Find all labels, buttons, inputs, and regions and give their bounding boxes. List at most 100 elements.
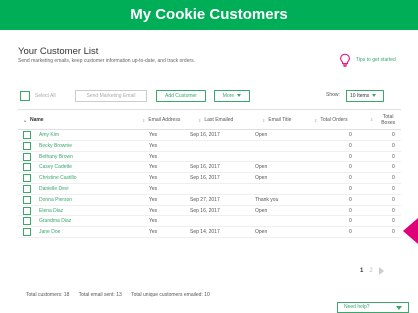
add-customer-button[interactable]: Add Customer xyxy=(156,90,206,102)
items-per-page-value: 10 Items xyxy=(350,93,370,99)
tips-link[interactable]: Tips to get started xyxy=(338,53,396,67)
total-orders-value: 0 xyxy=(349,185,352,192)
customer-name[interactable]: Amy Kim xyxy=(39,130,59,140)
total-boxes-value: 0 xyxy=(392,229,395,236)
table-row: Grandma Diaz Yes 0 0 xyxy=(18,216,401,228)
total-orders-value: 0 xyxy=(349,164,352,171)
column-header-email-title[interactable]: ⇕ Email Title xyxy=(262,110,291,130)
total-boxes-value: 0 xyxy=(392,196,395,203)
customer-name[interactable]: Bethany Brown xyxy=(39,152,73,162)
page-1-link[interactable]: 1 xyxy=(360,268,363,274)
page-2-link[interactable]: 2 xyxy=(369,268,372,274)
column-header-last-emailed[interactable]: ⇕ Last Emailed xyxy=(198,110,233,130)
email-title-value: Open xyxy=(255,229,268,236)
row-checkbox-box[interactable] xyxy=(23,152,31,161)
column-header-name[interactable]: ▲ Name xyxy=(23,110,44,130)
row-checkbox[interactable] xyxy=(23,206,31,217)
row-checkbox-box[interactable] xyxy=(23,174,31,183)
row-checkbox[interactable] xyxy=(23,174,31,184)
show-label: Show: xyxy=(326,92,340,98)
table-row: Elena Diaz Yes Sep 16, 2017 Open 0 0 xyxy=(18,206,401,217)
table-row: Donna Pierson Yes Sep 27, 2017 Thank you 0 0 xyxy=(18,195,401,206)
next-page-icon[interactable] xyxy=(378,267,384,275)
table-body: Amy Kim Yes Sep 16, 2017 Open 0 0 Becky Browni… xyxy=(18,130,401,238)
pointer-arrow-icon xyxy=(403,218,418,244)
email-address-value: Yes xyxy=(149,207,158,214)
row-checkbox[interactable] xyxy=(23,217,31,227)
row-checkbox-box[interactable] xyxy=(23,184,31,193)
total-orders-value: 0 xyxy=(349,132,352,138)
lightbulb-icon xyxy=(340,53,350,67)
email-address-value: Yes xyxy=(149,164,158,171)
sort-icon: ⇕ xyxy=(262,117,266,123)
last-emailed-value: Sep 16, 2017 xyxy=(190,175,220,182)
row-checkbox[interactable] xyxy=(23,163,31,173)
email-address-value: Yes xyxy=(149,229,158,236)
row-checkbox-box[interactable] xyxy=(23,228,31,237)
select-all-label: Select All xyxy=(35,93,56,99)
row-checkbox[interactable] xyxy=(23,131,31,141)
row-checkbox-box[interactable] xyxy=(23,206,31,215)
column-header-email-address[interactable]: ⇕ Email Address xyxy=(142,110,180,130)
total-orders-value: 0 xyxy=(349,142,352,149)
row-checkbox-box[interactable] xyxy=(23,131,31,139)
last-emailed-value: Sep 27, 2017 xyxy=(190,196,220,203)
customer-name[interactable]: Becky Brownie xyxy=(39,141,72,151)
row-checkbox-box[interactable] xyxy=(23,217,31,226)
table-row: Amy Kim Yes Sep 16, 2017 Open 0 0 xyxy=(18,130,401,141)
row-checkbox-box[interactable] xyxy=(23,141,31,150)
send-marketing-email-button[interactable]: Send Marketing Email xyxy=(75,90,147,102)
items-per-page-select[interactable]: 10 Items xyxy=(346,90,384,102)
customer-name[interactable]: Christine Castillo xyxy=(39,173,77,183)
customer-name[interactable]: Grandma Diaz xyxy=(39,216,71,226)
total-boxes-value: 0 xyxy=(392,132,395,138)
email-address-value: Yes xyxy=(149,175,158,182)
chevron-down-icon xyxy=(372,94,377,98)
total-orders-value: 0 xyxy=(349,207,352,214)
row-checkbox[interactable] xyxy=(23,152,31,163)
tips-link-label[interactable]: Tips to get started xyxy=(356,57,396,63)
totals-summary: Total customers: 18 Total email sent: 13… xyxy=(26,292,218,298)
email-title-value: Thank you xyxy=(255,196,279,203)
email-address-value: Yes xyxy=(149,132,158,138)
email-address-value: Yes xyxy=(149,218,158,225)
total-unique-emailed: Total unique customers emailed: 10 xyxy=(131,292,210,298)
row-checkbox[interactable] xyxy=(23,184,31,195)
table-row: Bethany Brown Yes 0 0 xyxy=(18,152,401,163)
row-checkbox[interactable] xyxy=(23,141,31,152)
last-emailed-value: Sep 16, 2017 xyxy=(190,132,220,138)
customer-name[interactable]: Elena Diaz xyxy=(39,206,63,216)
customer-name[interactable]: Donna Pierson xyxy=(39,195,72,205)
sort-icon: ⇕ xyxy=(198,117,202,123)
row-checkbox-box[interactable] xyxy=(23,163,31,172)
more-label: More xyxy=(222,93,235,99)
customer-name[interactable]: Danielle Devi xyxy=(39,184,68,194)
total-customers: Total customers: 18 xyxy=(26,292,70,298)
total-boxes-value: 0 xyxy=(392,185,395,192)
email-address-value: Yes xyxy=(149,142,158,149)
total-orders-value: 0 xyxy=(349,196,352,203)
total-boxes-value: 0 xyxy=(392,164,395,171)
row-checkbox[interactable] xyxy=(23,228,31,238)
column-header-total-boxes[interactable]: ⇕ Total Boxes xyxy=(370,110,400,130)
row-checkbox-box[interactable] xyxy=(23,195,31,204)
email-address-value: Yes xyxy=(149,196,158,203)
table-row: Danielle Devi Yes 0 0 xyxy=(18,184,401,195)
total-boxes-value: 0 xyxy=(392,207,395,214)
total-boxes-value: 0 xyxy=(392,153,395,160)
toolbar: Select All Send Marketing Email Add Cust… xyxy=(20,90,398,102)
email-title-value: Open xyxy=(255,175,268,182)
column-header-total-orders[interactable]: ⇕ Total Orders xyxy=(314,110,348,130)
row-checkbox[interactable] xyxy=(23,195,31,206)
total-boxes-value: 0 xyxy=(392,175,395,182)
total-boxes-value: 0 xyxy=(392,142,395,149)
more-dropdown[interactable]: More xyxy=(214,90,250,102)
customer-name[interactable]: Casey Cadette xyxy=(39,162,72,172)
select-all-checkbox[interactable] xyxy=(20,91,30,101)
customer-name[interactable]: Jane Doe xyxy=(39,227,60,237)
chevron-down-icon xyxy=(237,94,242,98)
select-all[interactable]: Select All xyxy=(20,91,56,101)
need-help-dropdown[interactable]: Need help? xyxy=(337,302,409,313)
email-title-value: Open xyxy=(255,132,268,138)
email-address-value: Yes xyxy=(149,185,158,192)
